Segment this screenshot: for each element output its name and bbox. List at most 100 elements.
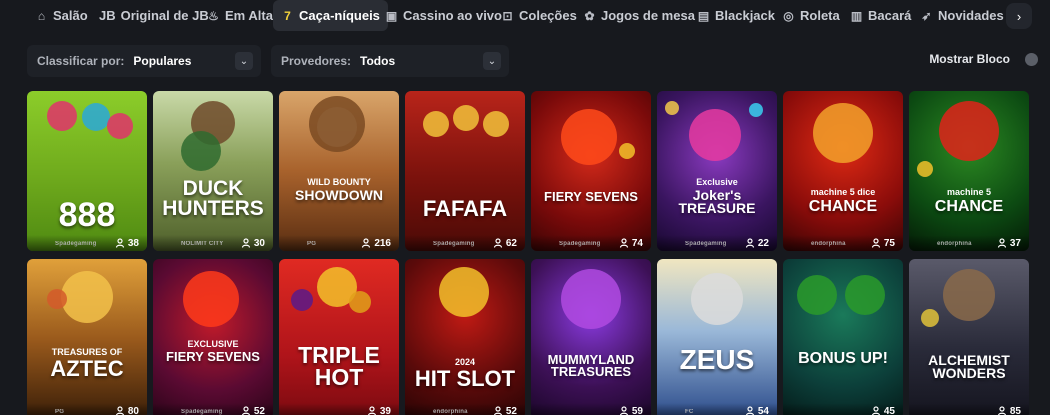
game-title: AZTEC — [50, 356, 124, 381]
game-card[interactable]: DUCK HUNTERSNOLIMIT CITY30 — [153, 91, 273, 251]
provider-value: Todos — [360, 54, 396, 68]
game-artwork — [531, 259, 651, 415]
nav-item-4[interactable]: ▣ Cassino ao vivo — [377, 0, 510, 31]
game-card[interactable]: EXCLUSIVEFIERY SEVENSSpadegaming52 — [153, 259, 273, 415]
game-title: HIT SLOT — [414, 366, 516, 391]
game-artwork — [405, 259, 525, 415]
game-card[interactable]: TRIPLE HOT 39 — [279, 259, 399, 415]
user-icon — [619, 238, 628, 248]
game-artwork — [909, 259, 1029, 415]
game-artwork — [657, 91, 777, 251]
nav-item-1[interactable]: JB Original de JB — [91, 0, 217, 31]
artwork-decoration — [47, 289, 67, 309]
baccarat-icon: ▥ — [850, 8, 863, 23]
show-block-toggle[interactable]: Mostrar Bloco — [929, 52, 1038, 66]
card-footer: 39 — [279, 403, 399, 415]
category-nav: ⌂ Salão JB Original de JB ♨ Em Alta 7 Caça-níqu… — [0, 0, 1050, 31]
nav-item-9[interactable]: ▥ Bacará — [842, 0, 919, 31]
sort-select[interactable]: Classificar por: Populares ⌄ — [27, 45, 261, 77]
user-icon — [241, 406, 250, 415]
card-footer: 38 — [27, 235, 147, 251]
artwork-decoration — [665, 101, 679, 115]
game-card[interactable]: WILD BOUNTYSHOWDOWNPG216 — [279, 91, 399, 251]
artwork-decoration — [483, 111, 509, 137]
game-card[interactable]: 2024HIT SLOTendorphina52 — [405, 259, 525, 415]
card-footer: 22 — [657, 235, 777, 251]
game-card[interactable]: 888Spadegaming38 — [27, 91, 147, 251]
games-grid: 888Spadegaming38DUCK HUNTERSNOLIMIT CITY… — [27, 91, 1029, 415]
game-title: FAFAFA — [422, 196, 508, 221]
seven-icon: 7 — [284, 8, 291, 23]
player-count: 39 — [367, 406, 391, 415]
artwork-decoration — [61, 271, 113, 323]
rocket-icon: ➶ — [921, 8, 932, 23]
flame-icon: ♨ — [208, 8, 219, 23]
game-card[interactable]: machine 5CHANCEendorphina37 — [909, 91, 1029, 251]
roulette-icon: ◎ — [783, 8, 794, 23]
artwork-decoration — [561, 269, 621, 329]
card-footer: 45 — [783, 403, 903, 415]
nav-item-2[interactable]: ♨ Em Alta — [199, 0, 281, 31]
artwork-decoration — [291, 289, 313, 311]
player-count: 216 — [361, 238, 391, 249]
game-card[interactable]: FAFAFASpadegaming62 — [405, 91, 525, 251]
nav-item-label: Jogos de mesa — [601, 8, 695, 23]
player-count: 54 — [745, 406, 769, 415]
player-count-value: 85 — [1009, 405, 1021, 415]
game-artwork — [405, 91, 525, 251]
player-count-value: 37 — [1009, 237, 1021, 249]
artwork-decoration — [439, 267, 489, 317]
game-card[interactable]: machine 5 diceCHANCEendorphina75 — [783, 91, 903, 251]
nav-next-button[interactable]: › — [1006, 3, 1032, 29]
player-count-value: 62 — [505, 237, 517, 249]
nav-item-8[interactable]: ◎ Roleta — [774, 0, 848, 31]
nav-item-0[interactable]: ⌂ Salão — [27, 0, 96, 31]
game-card[interactable]: BONUS UP! 45 — [783, 259, 903, 415]
nav-item-5[interactable]: ⊡ Coleções — [493, 0, 585, 31]
player-count: 38 — [115, 238, 139, 249]
artwork-decoration — [107, 113, 133, 139]
game-card[interactable]: ExclusiveJoker's TREASURESpadegaming22 — [657, 91, 777, 251]
artwork-decoration — [453, 105, 479, 131]
artwork-decoration — [82, 103, 110, 131]
cards-icon: ▤ — [697, 8, 710, 23]
card-footer: 54 — [657, 403, 777, 415]
toggle-switch[interactable] — [1025, 53, 1038, 66]
provider-select[interactable]: Provedores: Todos ⌄ — [271, 45, 509, 77]
artwork-decoration — [921, 309, 939, 327]
nav-item-label: Coleções — [519, 8, 577, 23]
nav-item-label: Blackjack — [715, 8, 775, 23]
chevron-right-icon: › — [1016, 8, 1022, 24]
game-card[interactable]: FIERY SEVENSSpadegaming74 — [531, 91, 651, 251]
game-subtitle: machine 5 dice — [810, 187, 876, 197]
player-count-value: 52 — [505, 405, 517, 415]
game-card[interactable]: ALCHEMIST WONDERS 85 — [909, 259, 1029, 415]
player-count-value: 38 — [127, 237, 139, 249]
artwork-decoration — [797, 275, 837, 315]
sort-label: Classificar por: — [37, 54, 125, 68]
nav-item-10[interactable]: ➶ Novidades — [912, 0, 1012, 31]
user-icon — [115, 406, 124, 415]
nav-item-label: Cassino ao vivo — [403, 8, 502, 23]
game-card[interactable]: MUMMYLAND TREASURES 59 — [531, 259, 651, 415]
artwork-decoration — [423, 111, 449, 137]
game-subtitle: EXCLUSIVE — [187, 339, 239, 349]
game-subtitle: WILD BOUNTY — [307, 177, 371, 187]
nav-item-3[interactable]: 7 Caça-níqueis — [273, 0, 388, 31]
home-icon: ⌂ — [37, 8, 46, 23]
artwork-decoration — [689, 109, 741, 161]
card-footer: 74 — [531, 235, 651, 251]
nav-item-6[interactable]: ✿ Jogos de mesa — [575, 0, 703, 31]
game-title: FIERY SEVENS — [166, 349, 260, 364]
game-card[interactable]: TREASURES OFAZTECPG80 — [27, 259, 147, 415]
game-card[interactable]: ZEUSFC54 — [657, 259, 777, 415]
nav-item-label: Em Alta — [225, 8, 273, 23]
player-count-value: 30 — [253, 237, 265, 249]
player-count: 62 — [493, 238, 517, 249]
nav-item-7[interactable]: ▤ Blackjack — [689, 0, 783, 31]
user-icon — [997, 238, 1006, 248]
artwork-decoration — [619, 143, 635, 159]
card-footer: 80 — [27, 403, 147, 415]
game-artwork — [279, 91, 399, 251]
game-title: CHANCE — [808, 198, 878, 215]
